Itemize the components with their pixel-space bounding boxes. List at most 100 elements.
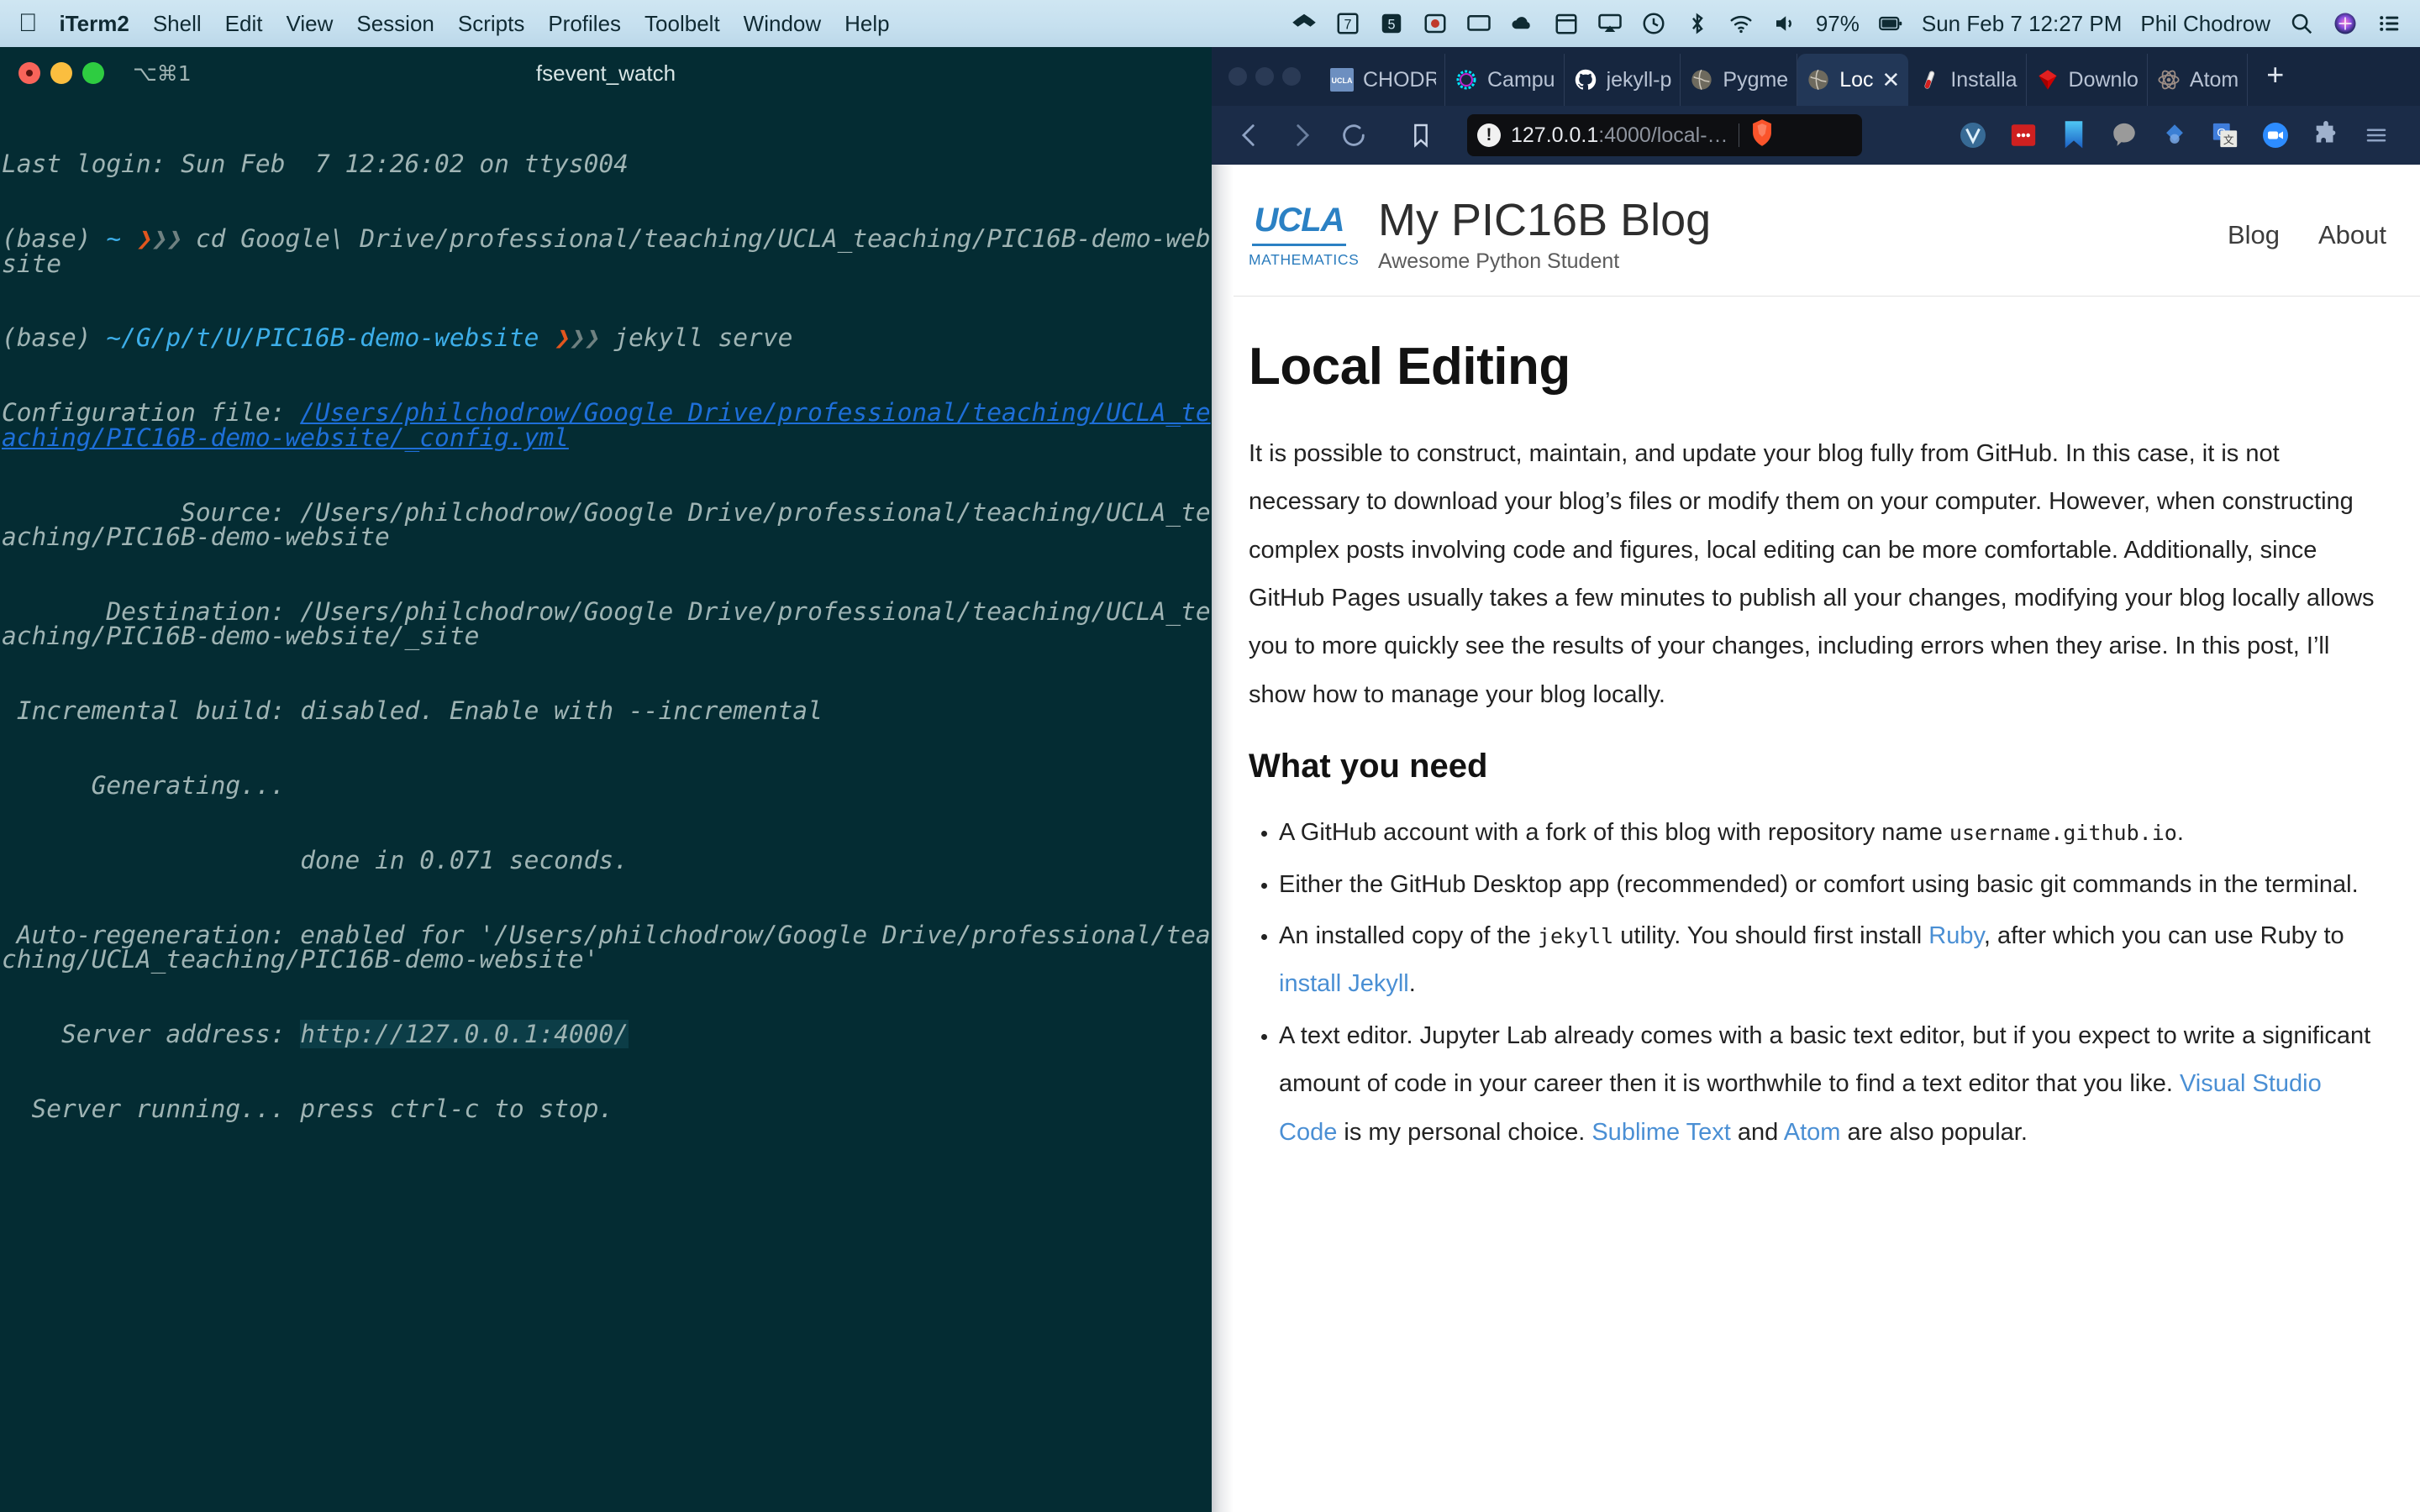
red-badge-extension-icon[interactable] <box>2006 118 2041 153</box>
post-title: Local Editing <box>1249 337 2383 396</box>
terminal-output[interactable]: Last login: Sun Feb 7 12:26:02 on ttys00… <box>0 99 1212 1172</box>
menu-item-view[interactable]: View <box>286 11 333 37</box>
menu-item-scripts[interactable]: Scripts <box>458 11 524 37</box>
prompt-cwd: ~ <box>106 224 121 253</box>
not-secure-warning-icon[interactable]: ! <box>1477 123 1501 147</box>
time-machine-icon[interactable] <box>1641 11 1666 36</box>
browser-tab-pygments[interactable]: Pygme <box>1681 54 1797 106</box>
terminal-line-last-login: Last login: Sun Feb 7 12:26:02 on ttys00… <box>2 152 1212 177</box>
bullet3-text-a: An installed copy of the <box>1279 922 1538 949</box>
nav-link-about[interactable]: About <box>2318 220 2386 250</box>
google-translate-icon[interactable]: G文 <box>2207 118 2243 153</box>
back-arrow-icon[interactable] <box>1230 116 1269 155</box>
menu-item-edit[interactable]: Edit <box>225 11 263 37</box>
link-sublime-text[interactable]: Sublime Text <box>1591 1119 1731 1146</box>
list-item: An installed copy of the jekyll utility.… <box>1279 912 2383 1009</box>
globe-favicon <box>1806 67 1831 92</box>
menu-item-profiles[interactable]: Profiles <box>548 11 621 37</box>
spotlight-search-icon[interactable] <box>2289 11 2314 36</box>
ucla-mathematics-logo[interactable]: UCLA MATHEMATICS <box>1249 202 1349 269</box>
browser-tab-jekyll-pages[interactable]: jekyll-p <box>1565 54 1681 106</box>
bookmark-icon[interactable] <box>1402 116 1440 155</box>
blue-diamond-extension-icon[interactable] <box>2157 118 2192 153</box>
server-address-label: Server address: <box>2 1020 300 1048</box>
browser-tab-installation[interactable]: Installa <box>1908 54 2026 106</box>
link-install-jekyll[interactable]: install Jekyll <box>1279 970 1409 997</box>
siri-icon[interactable] <box>2333 11 2358 36</box>
site-navigation: Blog About <box>2228 220 2391 250</box>
calendar-icon[interactable] <box>1554 11 1579 36</box>
wifi-icon[interactable] <box>1728 11 1754 36</box>
browser-minimize-button[interactable] <box>1255 67 1274 86</box>
campuswire-favicon <box>1454 67 1479 92</box>
record-dot-icon[interactable] <box>1423 11 1448 36</box>
nav-link-blog[interactable]: Blog <box>2228 220 2280 250</box>
terminal-line-server-address: Server address: http://127.0.0.1:4000/ <box>2 1022 1212 1047</box>
bullet1-code: username.github.io <box>1949 821 2177 845</box>
address-bar[interactable]: ! 127.0.0.1:4000/local-… <box>1467 114 1862 156</box>
browser-tab-chodrow[interactable]: UCLA CHODR <box>1321 54 1445 106</box>
tab-label: jekyll-p <box>1607 68 1672 92</box>
tab-label: Downlo <box>2069 68 2139 92</box>
browser-tab-campuswire[interactable]: Campu <box>1445 54 1565 106</box>
url-path: :4000/local-… <box>1598 123 1728 147</box>
bluetooth-icon[interactable] <box>1685 11 1710 36</box>
menu-item-help[interactable]: Help <box>844 11 889 37</box>
pocket-bookmark-icon[interactable] <box>2056 118 2091 153</box>
tab-label: CHODR <box>1363 68 1436 92</box>
puzzle-extensions-icon[interactable] <box>2308 118 2344 153</box>
volume-icon[interactable] <box>1772 11 1797 36</box>
tab-close-icon[interactable]: ✕ <box>1882 67 1901 93</box>
menu-item-iterm2[interactable]: iTerm2 <box>60 11 129 37</box>
minimize-window-button[interactable] <box>50 62 72 84</box>
badge-5-icon[interactable]: 5 <box>1379 11 1404 36</box>
cd-command-text: cd Google\ Drive/professional/teaching/U… <box>2 224 1211 278</box>
url-text: 127.0.0.1:4000/local-… <box>1511 123 1728 148</box>
zoom-camera-icon[interactable] <box>2258 118 2293 153</box>
browser-tab-local-editing-active[interactable]: Loc ✕ <box>1797 54 1908 106</box>
forward-arrow-icon[interactable] <box>1282 116 1321 155</box>
brave-menu-icon[interactable] <box>2359 118 2394 153</box>
menu-item-shell[interactable]: Shell <box>153 11 202 37</box>
apple-menu-icon[interactable]:  <box>18 11 38 36</box>
menu-item-session[interactable]: Session <box>356 11 434 37</box>
menu-item-window[interactable]: Window <box>744 11 821 37</box>
brave-browser-window[interactable]: UCLA CHODR Campu jekyll-p Pygme <box>1212 47 2420 1512</box>
notification-center-icon[interactable] <box>2376 11 2402 36</box>
menubar-username[interactable]: Phil Chodrow <box>2140 11 2270 37</box>
prompt-cwd-2: ~/G/p/t/U/PIC16B-demo-website <box>106 323 539 352</box>
svg-text:7: 7 <box>1344 17 1351 32</box>
brave-shield-icon[interactable] <box>1749 118 1775 153</box>
new-tab-button[interactable]: + <box>2248 60 2302 93</box>
atom-favicon <box>2156 67 2181 92</box>
post-article: Local Editing It is possible to construc… <box>1212 297 2420 1157</box>
bullet3-text-b: utility. You should first install <box>1613 922 1928 949</box>
close-window-button[interactable] <box>18 62 40 84</box>
bullet3-text-c: , after which you can use Ruby to <box>1984 922 2344 949</box>
display-icon[interactable] <box>1466 11 1491 36</box>
airplay-icon[interactable] <box>1597 11 1623 36</box>
browser-close-button[interactable] <box>1228 67 1247 86</box>
link-ruby[interactable]: Ruby <box>1928 922 1984 949</box>
dropbox-icon[interactable] <box>1292 11 1317 36</box>
gray-bubble-extension-icon[interactable] <box>2107 118 2142 153</box>
reload-icon[interactable] <box>1334 116 1373 155</box>
badge-7-icon[interactable]: 7 <box>1335 11 1360 36</box>
browser-maximize-button[interactable] <box>1282 67 1301 86</box>
ucla-logo-department: MATHEMATICS <box>1249 251 1349 269</box>
iterm2-window[interactable]: ⌥⌘1 fsevent_watch Last login: Sun Feb 7 … <box>0 47 1212 1512</box>
terminal-line-source: Source: /Users/philchodrow/Google Drive/… <box>2 501 1212 550</box>
browser-tab-atom[interactable]: Atom <box>2148 54 2248 106</box>
link-atom[interactable]: Atom <box>1784 1119 1841 1146</box>
menubar-datetime[interactable]: Sun Feb 7 12:27 PM <box>1922 11 2122 37</box>
browser-window-controls[interactable] <box>1225 47 1321 106</box>
cloud-icon[interactable] <box>1510 11 1535 36</box>
vimium-extension-icon[interactable] <box>1955 118 1991 153</box>
browser-extensions-area: G文 <box>1948 118 2408 153</box>
menu-item-toolbelt[interactable]: Toolbelt <box>644 11 720 37</box>
browser-tab-downloads[interactable]: Downlo <box>2027 54 2148 106</box>
tab-label: Installa <box>1950 68 2017 92</box>
battery-icon[interactable] <box>1878 11 1903 36</box>
maximize-window-button[interactable] <box>82 62 104 84</box>
server-address-url[interactable]: http://127.0.0.1:4000/ <box>300 1020 629 1048</box>
